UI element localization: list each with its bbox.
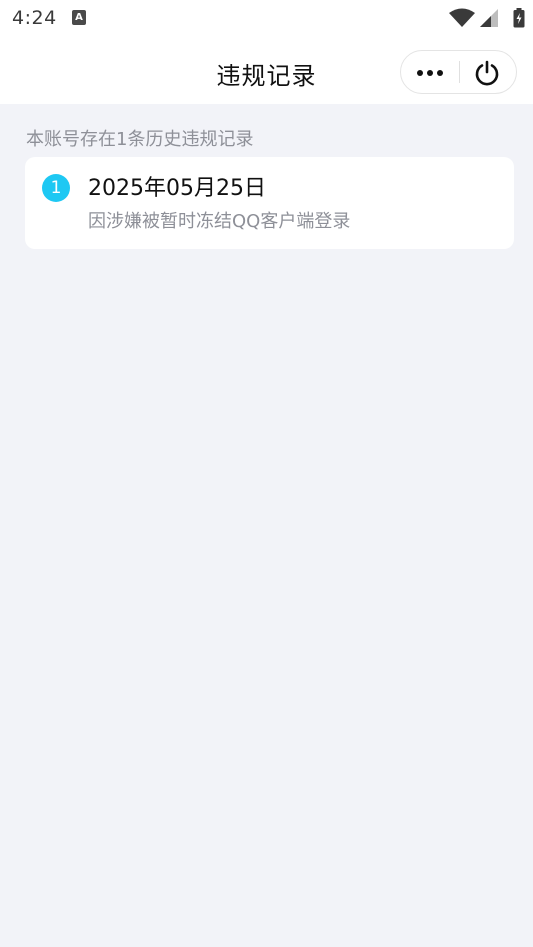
power-icon — [475, 60, 499, 86]
status-time: 4:24 — [12, 7, 57, 29]
close-button[interactable] — [458, 51, 516, 93]
violation-record-card: 1 2025年05月25日 因涉嫌被暂时冻结QQ客户端登录 — [25, 157, 514, 249]
status-bar: 4:24 A — [0, 0, 533, 40]
record-date: 2025年05月25日 — [88, 176, 266, 201]
wifi-icon — [449, 8, 475, 27]
record-summary: 本账号存在1条历史违规记录 — [26, 129, 254, 150]
notification-icon: A — [72, 10, 86, 25]
more-button[interactable] — [401, 51, 459, 93]
record-reason: 因涉嫌被暂时冻结QQ客户端登录 — [88, 211, 351, 232]
navigation-bar: 违规记录 — [0, 40, 533, 104]
cellular-signal-icon — [480, 9, 498, 27]
battery-icon — [513, 8, 525, 28]
record-index-badge: 1 — [42, 174, 70, 202]
mini-program-capsule — [400, 50, 517, 94]
